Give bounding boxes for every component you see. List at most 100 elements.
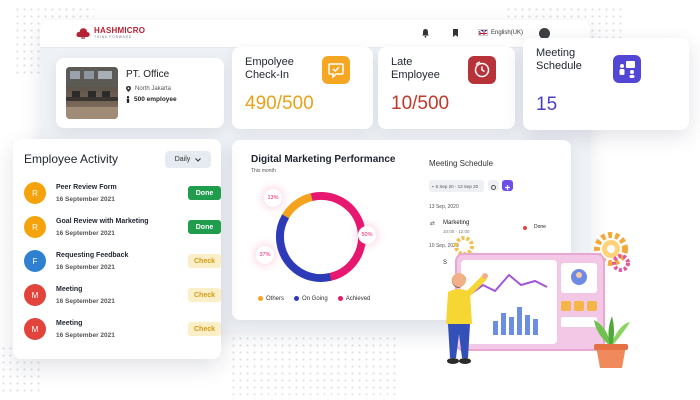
activity-row[interactable]: M Meeting 16 September 2021 Check	[24, 316, 221, 344]
chart-legend: Others On Going Achieved	[258, 296, 370, 302]
activity-row-title: Goal Review with Marketing	[56, 218, 149, 225]
plant-pot-icon	[594, 316, 630, 368]
status-badge[interactable]: Done	[188, 220, 221, 234]
presenter-figure	[446, 273, 488, 364]
stat-card-late[interactable]: Late Employee 10/500	[378, 47, 515, 129]
hero-illustration: HASHMICRO THINK FORWARD English(UK) PT. …	[0, 0, 700, 400]
stat-title: Meeting Schedule	[536, 47, 582, 73]
activity-row[interactable]: M Meeting 16 September 2021 Check	[24, 282, 221, 310]
legend-item: Others	[258, 296, 284, 302]
activity-row[interactable]: R Peer Review Form 16 September 2021 Done	[24, 180, 221, 208]
office-employees: 500 employee	[126, 96, 177, 103]
brand-logo[interactable]: HASHMICRO THINK FORWARD	[76, 27, 145, 40]
activity-row-date: 16 September 2021	[56, 264, 115, 271]
stat-title-line: Employee	[391, 69, 440, 81]
avatar: R	[24, 182, 46, 204]
chat-check-icon	[322, 56, 350, 84]
status-badge[interactable]: Done	[188, 186, 221, 200]
status-dot	[523, 226, 527, 230]
activity-row-title: Meeting	[56, 320, 83, 327]
stat-title-line: Check-In	[245, 69, 290, 81]
bookmark-icon[interactable]	[451, 28, 460, 38]
bell-icon[interactable]	[421, 28, 430, 38]
stat-value: 490/500	[245, 93, 314, 114]
donut-slice-others	[276, 192, 366, 282]
pct-label-ongoing: 37%	[256, 246, 274, 264]
date-range-label: 6 Sep 20 - 13 Sep 20	[435, 183, 479, 189]
pct-label-others: 13%	[264, 189, 282, 207]
activity-row[interactable]: F Requesting Feedback 16 September 2021 Che…	[24, 248, 221, 276]
activity-row-title: Meeting	[56, 286, 83, 293]
activity-row-date: 16 September 2021	[56, 196, 115, 203]
legend-swatch	[258, 296, 263, 301]
employee-activity-card: Employee Activity Daily R Peer Review For…	[13, 139, 221, 359]
donut-chart	[276, 192, 366, 282]
avatar: M	[24, 318, 46, 340]
brand-tagline: THINK FORWARD	[94, 35, 132, 40]
language-label: English(UK)	[491, 29, 524, 36]
legend-item: Achieved	[337, 296, 371, 303]
status-badge[interactable]: Check	[188, 322, 221, 336]
office-location: North Jakarta	[126, 86, 171, 92]
legend-label: Achieved	[345, 296, 371, 303]
activity-filter-dropdown[interactable]: Daily	[165, 151, 211, 168]
top-bar: HASHMICRO THINK FORWARD English(UK)	[40, 20, 590, 48]
schedule-day: 13 Sep, 2020	[429, 204, 459, 210]
brand-name: HASHMICRO	[94, 26, 146, 36]
activity-row-title: Requesting Feedback	[56, 252, 129, 259]
settings-icon[interactable]	[488, 180, 499, 191]
avatar: R	[24, 216, 46, 238]
office-photo	[66, 67, 118, 119]
meeting-schedule-title: Meeting Schedule	[429, 159, 494, 168]
stat-card-checkin[interactable]: Empolyee Check-In 490/500	[232, 47, 373, 129]
language-selector[interactable]: English(UK)	[478, 29, 523, 36]
clock-alert-icon	[468, 56, 496, 84]
people-board-icon	[613, 55, 641, 83]
filter-label: Daily	[174, 156, 191, 163]
marketing-title: Digital Marketing Performance	[251, 154, 396, 165]
date-range-picker[interactable]: ▪ 6 Sep 20 - 13 Sep 20	[429, 180, 484, 192]
activity-row-date: 16 September 2021	[56, 298, 115, 305]
legend-item: On Going	[294, 296, 328, 302]
avatar: M	[24, 284, 46, 306]
schedule-status: Done	[534, 224, 546, 230]
chevron-down-icon	[195, 157, 202, 162]
donut-slice-on-going	[276, 192, 366, 282]
stat-title-line: Meeting	[536, 47, 576, 59]
person-icon	[126, 96, 130, 103]
gear-icon	[612, 254, 630, 272]
calendar-icon: ▪	[432, 183, 434, 189]
stat-title: Empolyee Check-In	[245, 56, 294, 82]
legend-label: Others	[266, 296, 285, 303]
legend-swatch	[294, 296, 300, 301]
legend-label: On Going	[302, 296, 328, 303]
activity-row[interactable]: R Goal Review with Marketing 16 September …	[24, 214, 221, 242]
location-pin-icon	[126, 86, 131, 92]
stat-title-line: Empolyee	[245, 56, 294, 68]
pct-label-achieved: 50%	[358, 226, 376, 244]
plus-icon	[505, 185, 510, 190]
swap-icon: ⇄	[430, 221, 436, 227]
office-name: PT. Office	[126, 69, 170, 80]
stat-title-line: Schedule	[536, 60, 582, 72]
schedule-item[interactable]: Marketing	[443, 220, 469, 226]
cloud-logo-icon	[76, 28, 90, 39]
stat-title-line: Late	[391, 56, 413, 68]
marketing-subtitle: This month	[251, 168, 276, 174]
status-badge[interactable]: Check	[188, 254, 221, 268]
office-location-label: North Jakarta	[135, 86, 172, 92]
employee-count-label: 500 employee	[134, 96, 177, 103]
donut-slice-achieved	[276, 192, 366, 282]
activity-row-date: 16 September 2021	[56, 332, 115, 339]
stat-value: 15	[536, 94, 558, 115]
stat-card-meeting[interactable]: Meeting Schedule 15	[523, 38, 689, 130]
dot-pattern	[230, 335, 400, 395]
status-badge[interactable]: Check	[188, 288, 221, 302]
add-meeting-button[interactable]	[502, 180, 513, 191]
avatar: F	[24, 250, 46, 272]
activity-row-date: 16 September 2021	[56, 230, 115, 237]
legend-swatch	[337, 296, 343, 301]
activity-row-title: Peer Review Form	[56, 184, 117, 191]
office-card: PT. Office North Jakarta 500 employee	[56, 58, 224, 128]
stat-value: 10/500	[391, 93, 450, 114]
